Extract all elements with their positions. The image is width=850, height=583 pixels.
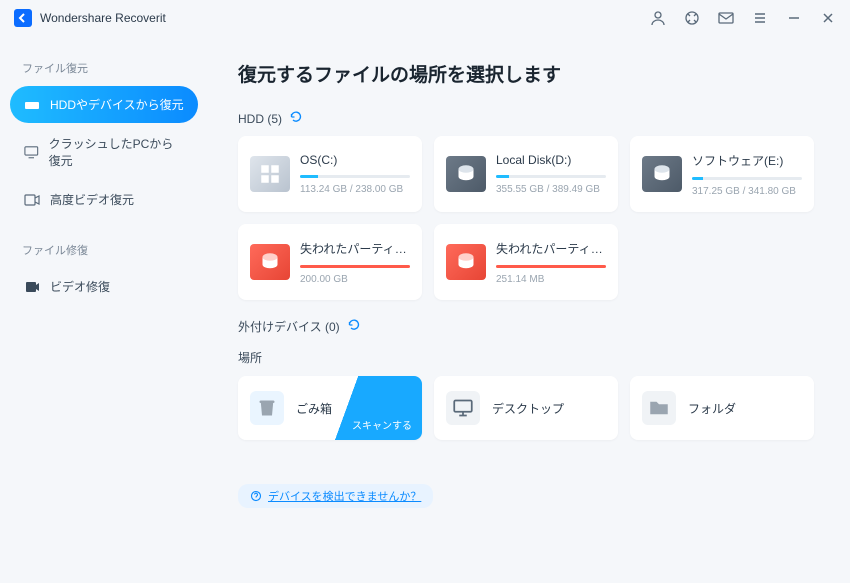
hdd-cards: OS(C:) 113.24 GB / 238.00 GB Local Disk(D:… xyxy=(238,136,820,300)
sidebar: ファイル復元 HDDやデバイスから復元 クラッシュしたPCから復元 高度ビデオ復… xyxy=(0,36,208,583)
sidebar-section-repair: ファイル修復 xyxy=(22,242,198,258)
location-card[interactable]: ごみ箱スキャンする xyxy=(238,376,422,440)
close-button[interactable] xyxy=(820,10,836,26)
drive-icon xyxy=(446,156,486,192)
drive-card[interactable]: Local Disk(D:) 355.55 GB / 389.49 GB xyxy=(434,136,618,212)
drive-capacity: 113.24 GB / 238.00 GB xyxy=(300,184,410,195)
sidebar-section-recover: ファイル復元 xyxy=(22,60,198,76)
drive-capacity: 355.55 GB / 389.49 GB xyxy=(496,184,606,195)
drive-title: ソフトウェア(E:) xyxy=(692,152,802,169)
location-title: デスクトップ xyxy=(492,400,564,417)
drive-title: 失われたパーティション 2 xyxy=(496,240,606,257)
refresh-icon[interactable] xyxy=(290,111,302,126)
drive-icon xyxy=(642,156,682,192)
sidebar-item-label: ビデオ修復 xyxy=(50,278,110,295)
refresh-icon[interactable] xyxy=(348,319,360,334)
wrench-icon xyxy=(24,279,40,295)
scan-label: スキャンする xyxy=(352,417,412,432)
location-title: ごみ箱 xyxy=(296,400,332,417)
sidebar-item-label: 高度ビデオ復元 xyxy=(50,191,134,208)
drive-capacity: 317.25 GB / 341.80 GB xyxy=(692,186,802,197)
drive-card[interactable]: 失われたパーティション 1 200.00 GB xyxy=(238,224,422,300)
sidebar-item-label: HDDやデバイスから復元 xyxy=(50,96,184,113)
support-icon[interactable] xyxy=(684,10,700,26)
app-title: Wondershare Recoverit xyxy=(40,11,166,25)
drive-capacity: 251.14 MB xyxy=(496,274,606,285)
location-card[interactable]: フォルダ xyxy=(630,376,814,440)
location-title: フォルダ xyxy=(688,400,736,417)
drive-card[interactable]: OS(C:) 113.24 GB / 238.00 GB xyxy=(238,136,422,212)
account-icon[interactable] xyxy=(650,10,666,26)
external-header: 外付けデバイス (0) xyxy=(238,318,820,335)
drive-icon xyxy=(250,244,290,280)
help-link[interactable]: デバイスを検出できませんか？ xyxy=(238,484,433,508)
drive-icon xyxy=(250,156,290,192)
app-logo xyxy=(14,9,32,27)
title-bar: Wondershare Recoverit xyxy=(0,0,850,36)
drive-capacity: 200.00 GB xyxy=(300,274,410,285)
main-panel: 復元するファイルの場所を選択します HDD (5) OS(C:) 113.24 G… xyxy=(208,36,850,583)
location-icon xyxy=(250,391,284,425)
location-icon xyxy=(642,391,676,425)
minimize-button[interactable] xyxy=(786,10,802,26)
sidebar-item-advanced-video[interactable]: 高度ビデオ復元 xyxy=(10,181,198,218)
drive-card[interactable]: ソフトウェア(E:) 317.25 GB / 341.80 GB xyxy=(630,136,814,212)
drive-icon xyxy=(446,244,486,280)
monitor-icon xyxy=(24,144,39,160)
video-icon xyxy=(24,192,40,208)
location-icon xyxy=(446,391,480,425)
page-title: 復元するファイルの場所を選択します xyxy=(238,60,820,87)
locations-header: 場所 xyxy=(238,349,820,366)
sidebar-item-video-repair[interactable]: ビデオ修復 xyxy=(10,268,198,305)
sidebar-item-label: クラッシュしたPCから復元 xyxy=(49,135,184,169)
drive-card[interactable]: 失われたパーティション 2 251.14 MB xyxy=(434,224,618,300)
hdd-icon xyxy=(24,97,40,113)
location-cards: ごみ箱スキャンする デスクトップ フォルダ xyxy=(238,376,820,440)
menu-icon[interactable] xyxy=(752,10,768,26)
location-card[interactable]: デスクトップ xyxy=(434,376,618,440)
sidebar-item-crashed-pc[interactable]: クラッシュしたPCから復元 xyxy=(10,125,198,179)
drive-title: Local Disk(D:) xyxy=(496,153,606,167)
hdd-header: HDD (5) xyxy=(238,111,820,126)
drive-title: 失われたパーティション 1 xyxy=(300,240,410,257)
mail-icon[interactable] xyxy=(718,10,734,26)
drive-title: OS(C:) xyxy=(300,153,410,167)
sidebar-item-hdd[interactable]: HDDやデバイスから復元 xyxy=(10,86,198,123)
